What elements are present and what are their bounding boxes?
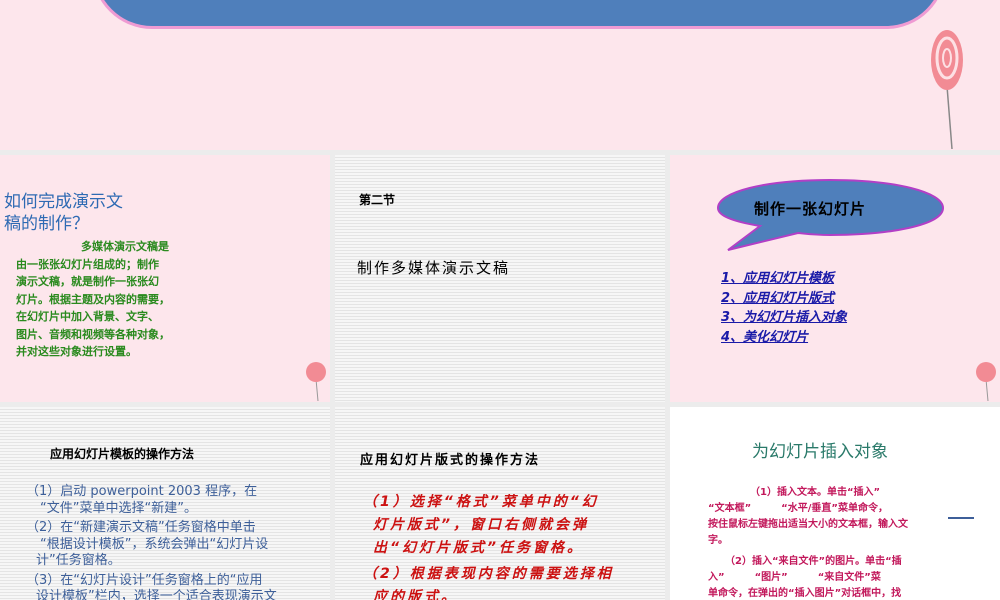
- slide-title: 应用幻灯片版式的操作方法: [360, 453, 541, 468]
- lollipop-icon: [931, 30, 963, 150]
- slide-4-thumbnail[interactable]: 制作一张幻灯片 1、应用幻灯片模板 2、应用幻灯片版式 3、为幻灯片插入对象 4…: [670, 155, 1000, 402]
- slide-7-thumbnail[interactable]: 为幻灯片插入对象 （1）插入文本。单击“插入” “文本框” “水平/垂直”菜单命令…: [670, 407, 1000, 600]
- link-beautify[interactable]: 4、美化幻灯片: [721, 328, 847, 348]
- lollipop-icon: [976, 362, 996, 401]
- link-apply-template[interactable]: 1、应用幻灯片模板: [721, 269, 847, 289]
- slide-title: 如何完成演示文 稿的制作？: [4, 192, 123, 234]
- slide-body: （1）插入文本。单击“插入” “文本框” “水平/垂直”菜单命令， 按住鼠标左键拖出…: [708, 487, 908, 599]
- section-label: 第二节: [359, 193, 396, 207]
- bubble-text: 制作一张幻灯片: [754, 200, 867, 218]
- slide-2-thumbnail[interactable]: 如何完成演示文 稿的制作？ 多媒体演示文稿是 由一张张幻灯片组成的；制作 演示文稿，…: [0, 155, 330, 402]
- arrow-icon: [948, 517, 974, 519]
- slide-3-thumbnail[interactable]: 第二节 制作多媒体演示文稿: [335, 155, 665, 402]
- link-apply-layout[interactable]: 2、应用幻灯片版式: [721, 289, 847, 309]
- slide-body: （1）启动 powerpoint 2003 程序，在 “文件”菜单中选择“新建”。…: [26, 484, 277, 600]
- link-insert-object[interactable]: 3、为幻灯片插入对象: [721, 308, 847, 328]
- slide-1-thumbnail[interactable]: [0, 0, 1000, 150]
- slide-6-thumbnail[interactable]: 应用幻灯片版式的操作方法 （1）选择“格式”菜单中的“幻 灯片版式”，窗口右侧就会…: [335, 407, 665, 600]
- slide-title: 应用幻灯片模板的操作方法: [50, 447, 195, 461]
- slide-body: 多媒体演示文稿是 由一张张幻灯片组成的；制作 演示文稿，就是制作一张张幻 灯片。根据…: [16, 240, 170, 358]
- slide-5-thumbnail[interactable]: 应用幻灯片模板的操作方法 （1）启动 powerpoint 2003 程序，在 “…: [0, 407, 330, 600]
- slide-title: 制作多媒体演示文稿: [357, 259, 511, 277]
- title-banner: [92, 0, 946, 29]
- slide-title: 为幻灯片插入对象: [752, 442, 888, 462]
- topic-links: 1、应用幻灯片模板 2、应用幻灯片版式 3、为幻灯片插入对象 4、美化幻灯片: [721, 269, 847, 347]
- lollipop-icon: [306, 362, 326, 401]
- slide-body: （1）选择“格式”菜单中的“幻 灯片版式”，窗口右侧就会弹 出“幻灯片版式”任务窗格…: [363, 494, 614, 600]
